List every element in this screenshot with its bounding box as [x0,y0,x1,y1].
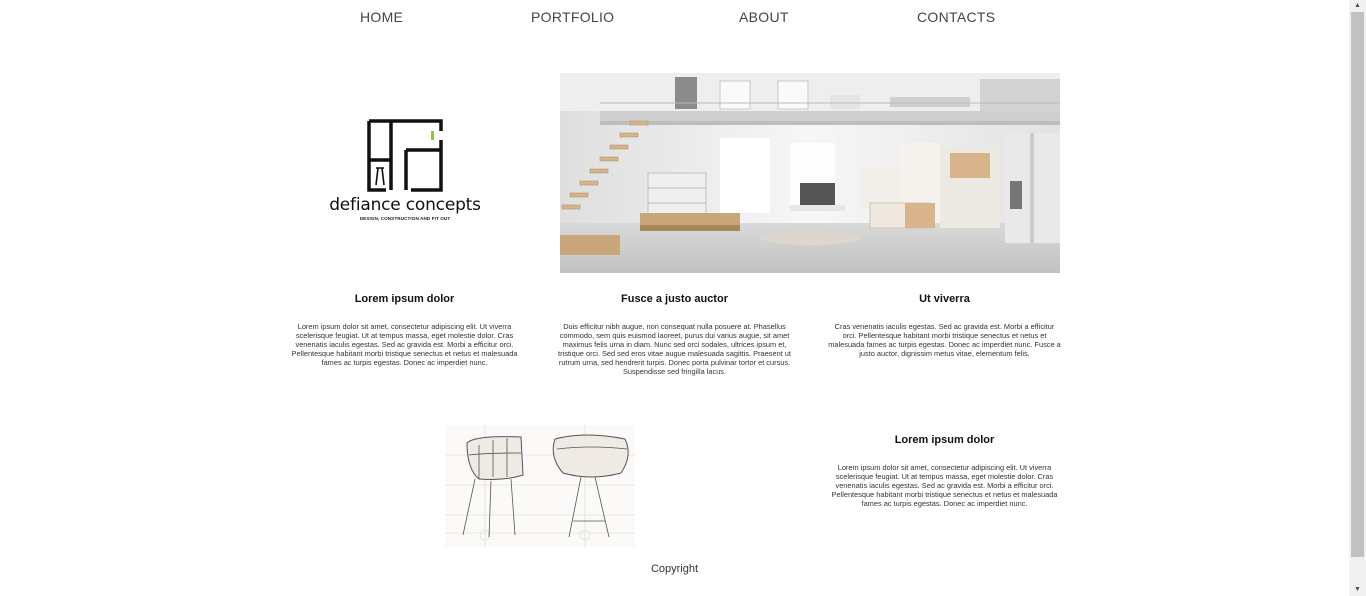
page: HOME PORTFOLIO ABOUT CONTACTS defiance c… [0,0,1349,596]
logo-wordmark: defiance concepts [329,195,481,215]
nav-home-link[interactable]: HOME [360,9,403,25]
nav-portfolio-link[interactable]: PORTFOLIO [531,9,614,25]
feature-title-4: Lorem ipsum dolor [894,434,995,446]
feature-text-3: Cras venenatis iaculis egestas. Sed ac g… [828,322,1061,358]
company-logo: defiance concepts DESIGN, CONSTRUCTION A… [320,112,490,232]
main-nav: HOME PORTFOLIO ABOUT CONTACTS [0,0,1349,32]
vertical-scrollbar[interactable]: ▲ ▼ [1349,0,1366,596]
logo-accent [431,131,434,140]
feature-column-1: Lorem ipsum dolor Lorem ipsum dolor sit … [287,292,522,367]
nav-contacts-link[interactable]: CONTACTS [917,9,995,25]
feature-title-3: Ut viverra [919,293,970,305]
footer-copyright: Copyright [650,563,699,575]
feature-title-2: Fusce a justo auctor [621,293,728,305]
chair-sketch-image [445,425,635,547]
feature-title-1: Lorem ipsum dolor [354,293,455,305]
logo-mark-icon [367,119,443,192]
interior-photo [560,73,1060,273]
scrollbar-thumb[interactable] [1351,12,1364,557]
feature-column-4: Lorem ipsum dolor Lorem ipsum dolor sit … [827,433,1062,508]
feature-text-4: Lorem ipsum dolor sit amet, consectetur … [831,463,1058,508]
scroll-up-arrow-icon[interactable]: ▲ [1349,0,1366,12]
logo-tagline: DESIGN, CONSTRUCTION AND FIT OUT [359,216,451,221]
feature-column-3: Ut viverra Cras venenatis iaculis egesta… [827,292,1062,358]
feature-text-1: Lorem ipsum dolor sit amet, consectetur … [291,322,518,367]
feature-text-2: Duis efficitur nibh augue, non consequat… [558,322,791,376]
nav-about-link[interactable]: ABOUT [739,9,789,25]
feature-column-2: Fusce a justo auctor Duis efficitur nibh… [557,292,792,376]
scroll-down-arrow-icon[interactable]: ▼ [1349,584,1366,596]
